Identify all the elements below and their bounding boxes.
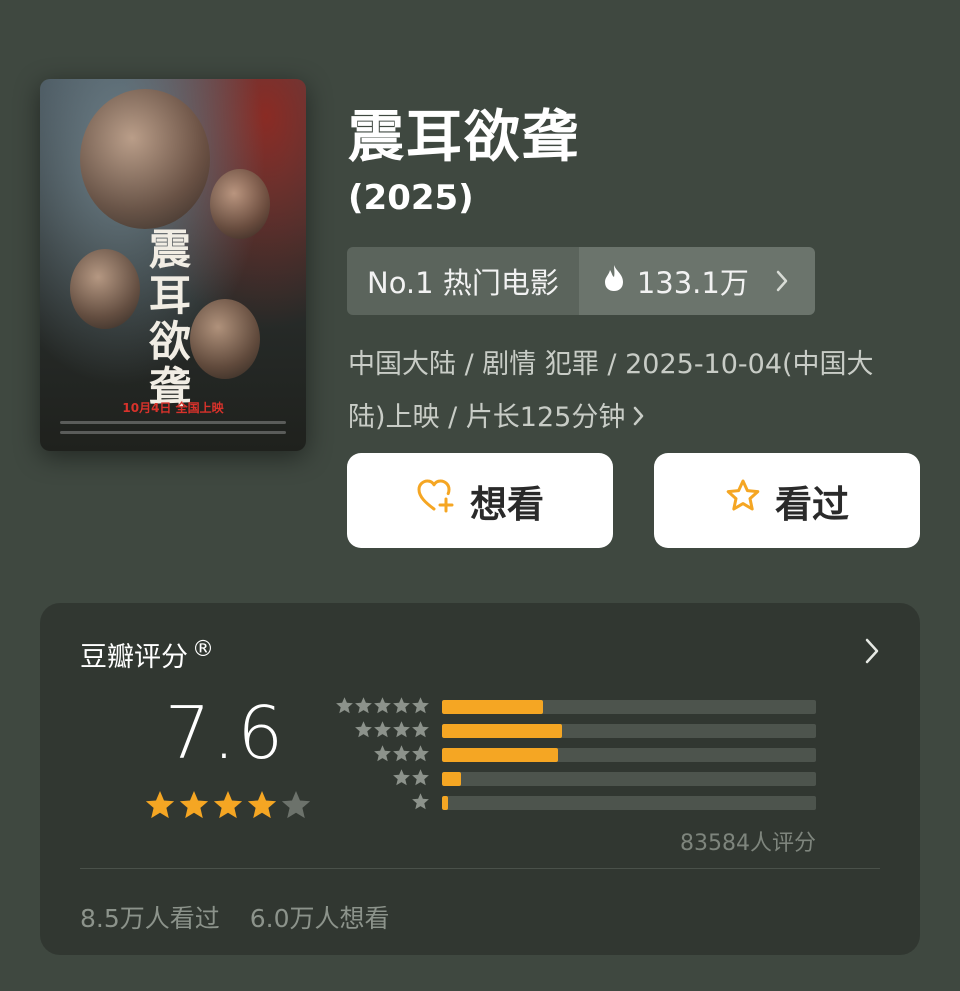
distribution-bar-fill [442,796,448,810]
star-icon [354,720,373,743]
rating-footer: 8.5万人看过 6.0万人想看 [80,899,390,935]
star-icon [411,720,430,743]
heat-value: 133.1万 [636,266,749,300]
star-icon [373,744,392,767]
want-label: 想看 [470,482,544,526]
distribution-stars [334,744,430,767]
poster-title-text: 震耳欲聋 [148,225,191,412]
poster-release-text: 10月4日 全国上映 [122,401,224,415]
star-icon [411,744,430,767]
distribution-bar-fill [442,700,543,714]
poster-figure-left [70,249,140,329]
poster-credits-line [60,421,286,424]
distribution-stars [334,720,430,743]
star-icon [373,720,392,743]
chevron-right-icon [633,392,645,445]
distribution-stars [334,696,430,719]
distribution-bar [442,796,816,810]
distribution-row [334,695,816,719]
distribution-row [334,767,816,791]
star-icon [411,768,430,791]
registered-mark: ® [192,637,214,662]
distribution-stars [334,792,430,815]
divider [80,868,880,869]
distribution-bar [442,724,816,738]
chevron-right-icon[interactable] [864,637,880,669]
heat-section[interactable]: 133.1万 [578,247,815,315]
rating-header-text: 豆瓣评分 [80,642,188,673]
seen-count[interactable]: 8.5万人看过 [80,899,220,935]
distribution-bar [442,700,816,714]
distribution-bar [442,772,816,786]
star-icon [246,789,278,825]
seen-button[interactable]: 看过 [654,453,920,548]
distribution-row [334,743,816,767]
want-to-watch-button[interactable]: 想看 [347,453,613,548]
star-icon [335,696,354,719]
flame-icon [603,264,625,299]
star-outline-icon [725,478,761,523]
meta-text: 中国大陆 / 剧情 犯罪 / 2025-10-04(中国大陆)上映 / 片长12… [348,349,874,433]
star-icon [392,744,411,767]
want-count[interactable]: 6.0万人想看 [250,899,390,935]
rating-distribution [334,695,816,815]
star-icon [212,789,244,825]
movie-title: 震耳欲聋 [348,105,580,170]
distribution-row [334,791,816,815]
movie-year: (2025) [348,178,474,218]
distribution-bar-fill [442,772,461,786]
movie-poster[interactable]: 震耳欲聋 10月4日 全国上映 [40,79,306,451]
star-icon [392,768,411,791]
star-icon [280,789,312,825]
distribution-bar-fill [442,724,562,738]
movie-meta-info[interactable]: 中国大陆 / 剧情 犯罪 / 2025-10-04(中国大陆)上映 / 片长12… [348,338,908,445]
star-icon [178,789,210,825]
distribution-bar [442,748,816,762]
poster-figure-main [80,89,210,229]
douban-rating-card[interactable]: 豆瓣评分 ® 7.6 83584人评分 8.5万人看过 6.0万人想看 [40,603,920,955]
distribution-stars [334,768,430,791]
star-icon [373,696,392,719]
hot-rank-pill[interactable]: No.1 热门电影 133.1万 [347,247,815,315]
score-stars [144,789,312,825]
star-icon [392,720,411,743]
rank-label: No.1 热门电影 [347,247,579,315]
rating-header: 豆瓣评分 ® [80,635,214,674]
seen-label: 看过 [775,482,849,526]
poster-credits-line [60,431,286,434]
star-icon [144,789,176,825]
distribution-bar-fill [442,748,558,762]
star-icon [354,696,373,719]
chevron-right-icon [775,269,789,293]
rating-score: 7.6 [164,691,286,775]
distribution-row [334,719,816,743]
poster-figure-right [210,169,270,239]
star-icon [411,696,430,719]
heart-plus-icon [416,478,456,523]
rating-count: 83584人评分 [680,831,816,856]
star-icon [411,792,430,815]
star-icon [392,696,411,719]
poster-figure-bottom [190,299,260,379]
